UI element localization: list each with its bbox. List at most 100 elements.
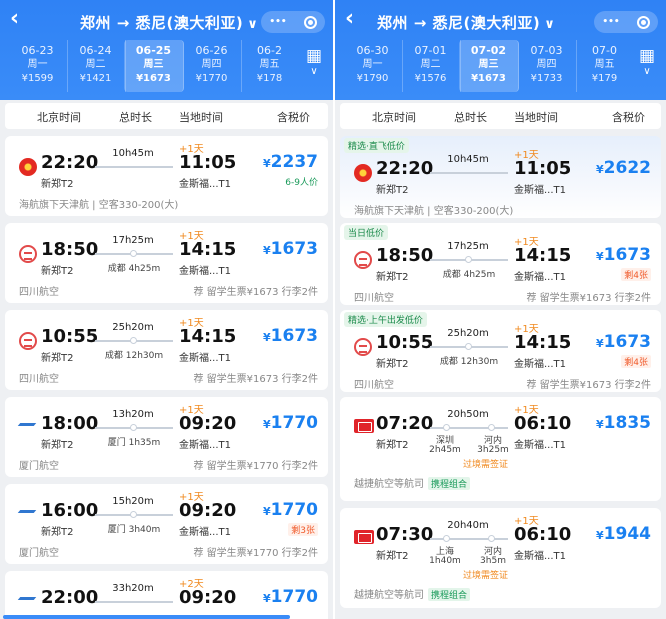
date-tab[interactable]: 07-02 周三 ¥1673 <box>459 40 519 92</box>
arrival-airport: 金斯福...T1 <box>179 353 232 364</box>
route-title[interactable]: 郑州 → 悉尼(澳大利亚) ∨ <box>80 12 258 33</box>
column-arr: 当地时间 <box>514 111 558 124</box>
flight-card[interactable]: 18:50 新郑T2 17h25m 成都 4h25m +1天 14:15 金斯福...T1 ¥… <box>5 223 328 303</box>
airline-info: 海航旗下天津航 | 空客330-200(大) <box>354 202 513 217</box>
flight-card[interactable]: 22:00 33h20m +2天 09:20 ¥1770 <box>5 571 328 619</box>
column-price: 含税价 <box>612 111 645 124</box>
column-arr: 当地时间 <box>179 111 223 124</box>
stopover: 厦门 1h35m <box>107 438 161 448</box>
calendar-button[interactable]: ▦ ∨ <box>295 40 333 92</box>
recommendation: 荐 留学生票¥1673 行李2件 <box>193 287 318 298</box>
column-header: 北京时间 总时长 当地时间 含税价 <box>5 103 328 129</box>
calendar-button[interactable]: ▦ ∨ <box>628 40 666 92</box>
weekday-label: 周四 <box>201 59 222 70</box>
more-dots-icon[interactable]: ••• <box>269 17 286 27</box>
date-label: 06-30 <box>356 44 389 57</box>
stopover: 厦门 3h40m <box>107 525 161 535</box>
airline-info: 海航旗下天津航 | 空客330-200(大) <box>19 196 178 211</box>
flight-card[interactable]: 07:20 新郑T2 20h50m 深圳 2h45m 河内 3h25m 过境需签证 +1天 06:… <box>340 397 661 501</box>
date-label: 06-2 <box>257 44 282 57</box>
price-value: 1673 <box>270 326 318 346</box>
date-tab[interactable]: 06-30 周一 ¥1790 <box>343 40 403 92</box>
price-value: 1944 <box>603 524 651 544</box>
date-price: ¥1790 <box>356 73 389 84</box>
currency-symbol: ¥ <box>263 157 271 170</box>
column-dep: 北京时间 <box>37 111 81 124</box>
departure-time: 18:00 <box>41 413 99 434</box>
flight-tag: 精选·上午出发低价 <box>344 312 427 327</box>
flight-card[interactable]: 18:00 新郑T2 13h20m 厦门 1h35m +1天 09:20 金斯福...T1 ¥… <box>5 397 328 477</box>
date-tab[interactable]: 07-01 周二 ¥1576 <box>401 40 461 92</box>
departure-terminal: 新郑T2 <box>41 527 74 538</box>
combo-badge: 携程组合 <box>428 588 471 601</box>
back-arrow-icon[interactable]: ‹ <box>345 6 354 31</box>
duration: 25h20m <box>447 328 489 339</box>
stop-dot <box>130 337 137 344</box>
flight-tag: 当日低价 <box>344 225 389 240</box>
capsule-menu[interactable]: ••• <box>261 11 325 33</box>
column-dur: 总时长 <box>454 111 487 124</box>
date-label: 07-02 <box>470 44 507 57</box>
date-tab[interactable]: 06-26 周四 ¥1770 <box>182 40 242 92</box>
price-value: 1835 <box>603 413 651 433</box>
currency-symbol: ¥ <box>596 418 604 431</box>
date-tab[interactable]: 07-03 周四 ¥1733 <box>517 40 577 92</box>
flight-card[interactable]: 精选·上午出发低价 10:55 新郑T2 25h20m 成都 12h30m +1天 14:1… <box>340 310 661 392</box>
date-tab[interactable]: 07-0 周五 ¥179 <box>575 40 628 92</box>
date-tab[interactable]: 06-24 周二 ¥1421 <box>66 40 126 92</box>
departure-time: 18:50 <box>41 239 99 260</box>
departure-time: 18:50 <box>376 245 434 266</box>
currency-symbol: ¥ <box>596 529 604 542</box>
more-dots-icon[interactable]: ••• <box>602 17 619 27</box>
weekday-label: 周五 <box>594 59 615 70</box>
flight-card[interactable]: 16:00 新郑T2 15h20m 厦门 3h40m +1天 09:20 金斯福...T1 ¥… <box>5 484 328 564</box>
arrival-time: 14:15 <box>514 245 572 266</box>
airline-info: 四川航空 <box>354 376 394 391</box>
calendar-icon: ▦ <box>638 46 656 66</box>
arrival-time: 09:20 <box>179 587 237 608</box>
flight-card[interactable]: 精选·直飞低价 22:20 新郑T2 10h45m +1天 11:05 金斯福...T1 ¥2… <box>340 136 661 218</box>
arrival-airport: 金斯福...T1 <box>514 359 567 370</box>
price-value: 1673 <box>270 239 318 259</box>
price-note: 6-9人价 <box>285 178 318 188</box>
date-strip: 06-23 周一 ¥1599 06-24 周二 ¥1421 06-25 周三 ¥1673 06-2… <box>0 40 295 92</box>
departure-time: 10:55 <box>41 326 99 347</box>
airline-logo-icon <box>354 530 374 544</box>
recommendation: 荐 留学生票¥1770 行李2件 <box>193 548 318 559</box>
departure-time: 16:00 <box>41 500 99 521</box>
target-icon[interactable] <box>303 15 317 29</box>
back-arrow-icon[interactable]: ‹ <box>10 6 19 31</box>
duration: 25h20m <box>112 322 154 333</box>
stop-dot <box>443 535 450 542</box>
departure-terminal: 新郑T2 <box>376 272 409 283</box>
stop-dot <box>488 535 495 542</box>
chevron-down-icon: ∨ <box>310 66 318 77</box>
price-value: 1770 <box>270 413 318 433</box>
target-icon[interactable] <box>636 15 650 29</box>
weekday-label: 周三 <box>143 59 164 70</box>
capsule-menu[interactable]: ••• <box>594 11 658 33</box>
departure-terminal: 新郑T2 <box>376 551 409 562</box>
departure-terminal: 新郑T2 <box>41 353 74 364</box>
airline-logo-icon <box>19 419 35 431</box>
weekday-label: 周二 <box>420 59 441 70</box>
date-tab[interactable]: 06-23 周一 ¥1599 <box>8 40 68 92</box>
flight-card[interactable]: 当日低价 18:50 新郑T2 17h25m 成都 4h25m +1天 14:15 金斯福..… <box>340 223 661 305</box>
route-title[interactable]: 郑州 → 悉尼(澳大利亚) ∨ <box>377 12 555 33</box>
date-tab[interactable]: 06-25 周三 ¥1673 <box>124 40 184 92</box>
airline-name: 厦门航空 <box>19 548 59 559</box>
price-note: 剩3张 <box>288 523 318 536</box>
date-label: 06-25 <box>135 44 172 57</box>
arrival-airport: 金斯福...T1 <box>179 527 232 538</box>
date-tab[interactable]: 06-2 周五 ¥178 <box>240 40 295 92</box>
flight-card[interactable]: 22:20 新郑T2 10h45m +1天 11:05 金斯福...T1 ¥2237 6-9人… <box>5 136 328 216</box>
stop-dot <box>443 424 450 431</box>
flight-card[interactable]: 10:55 新郑T2 25h20m 成都 12h30m +1天 14:15 金斯福...T1… <box>5 310 328 390</box>
arrival-time: 14:15 <box>514 332 572 353</box>
airline-logo-icon <box>354 251 372 269</box>
flight-card[interactable]: 07:30 新郑T2 20h40m 上海 1h40m 河内 3h5m 过境需签证 +1天 06:1… <box>340 508 661 608</box>
separator: | <box>424 206 434 217</box>
column-dep: 北京时间 <box>372 111 416 124</box>
date-price: ¥179 <box>591 73 618 84</box>
date-price: ¥1770 <box>195 73 228 84</box>
